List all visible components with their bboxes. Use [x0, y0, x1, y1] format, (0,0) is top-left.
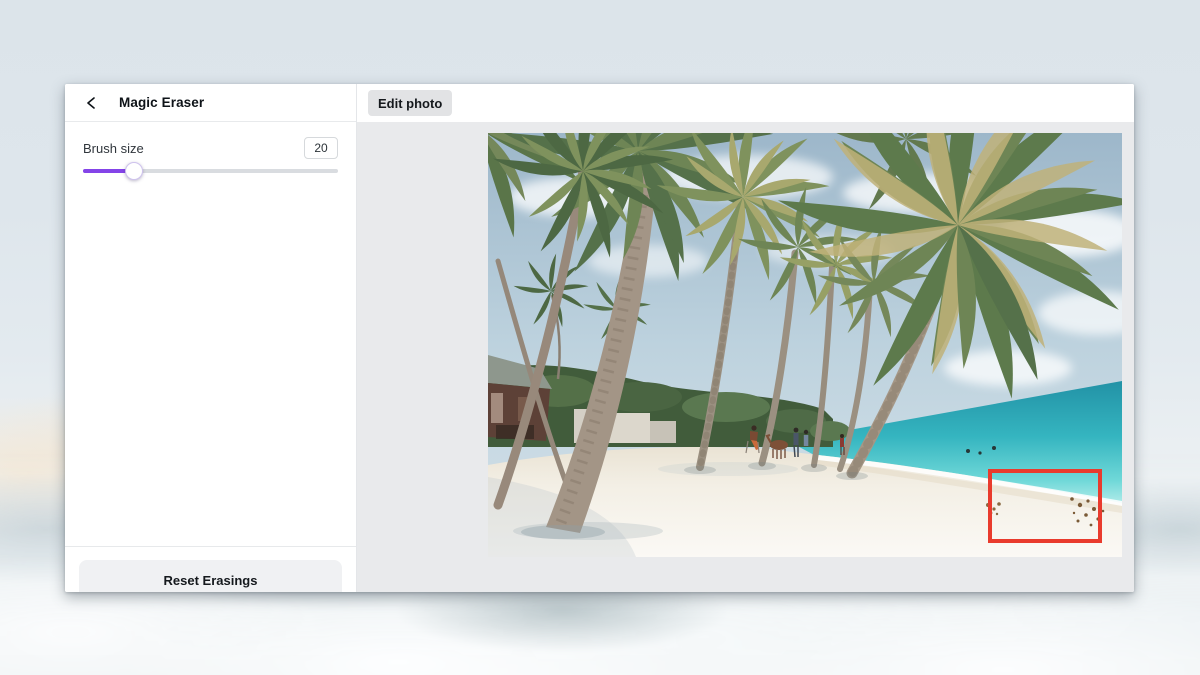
brush-size-row: Brush size 20 — [83, 136, 338, 160]
brush-size-slider[interactable] — [83, 162, 338, 180]
magic-eraser-panel: Magic Eraser Brush size 20 Reset Erasing… — [65, 84, 357, 592]
slider-thumb[interactable] — [125, 162, 143, 180]
beach-photo[interactable] — [488, 133, 1122, 557]
erase-target-rectangle — [988, 469, 1102, 543]
panel-header: Magic Eraser — [65, 84, 356, 122]
slider-track[interactable] — [83, 169, 338, 173]
panel-title: Magic Eraser — [119, 95, 204, 110]
panel-footer: Reset Erasings — [65, 546, 356, 592]
editor-topbar: Edit photo — [357, 84, 1134, 122]
edit-photo-button[interactable]: Edit photo — [368, 90, 452, 116]
brush-size-label: Brush size — [83, 141, 144, 156]
panel-body: Brush size 20 — [65, 122, 356, 180]
brush-size-value[interactable]: 20 — [304, 137, 338, 159]
editor-main: Edit photo — [357, 84, 1134, 592]
chevron-left-icon — [86, 97, 96, 109]
editor-canvas[interactable]: Notes Page 1 of 1 10% — [357, 122, 1134, 592]
back-button[interactable] — [79, 91, 103, 115]
reset-erasings-button[interactable]: Reset Erasings — [79, 560, 342, 592]
screen: Magic Eraser Brush size 20 Reset Erasing… — [0, 0, 1200, 675]
editor-window: Magic Eraser Brush size 20 Reset Erasing… — [65, 84, 1134, 592]
